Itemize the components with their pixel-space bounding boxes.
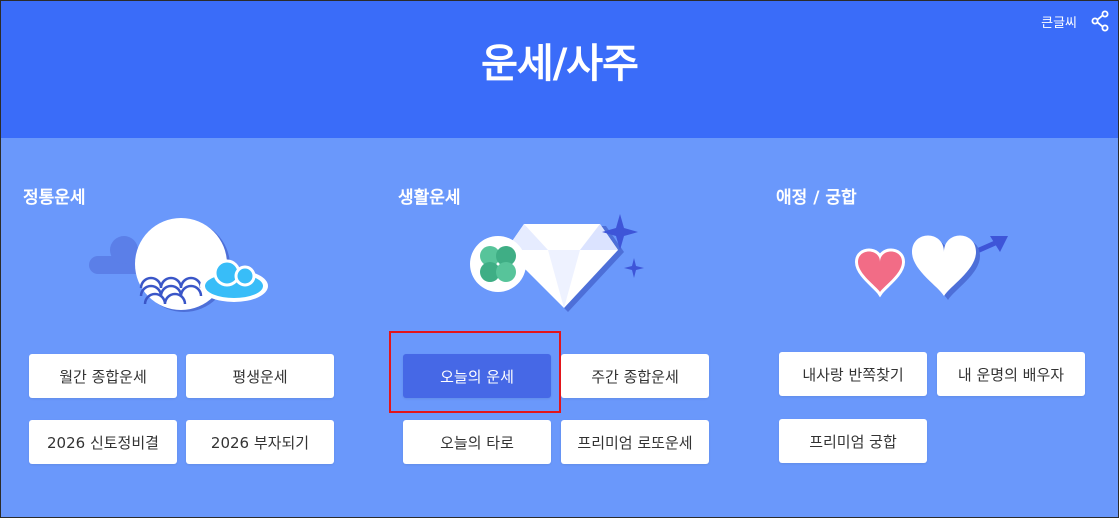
diamond-clover-illustration bbox=[468, 214, 648, 318]
hearts-arrow-illustration bbox=[852, 222, 1012, 322]
fortune-categories: 정통운세 월간 종합운세 평생운세 2026 신토정비결 2026 부자되기 생… bbox=[1, 138, 1118, 517]
section-love: 애정 / 궁합 내사랑 반쪽찾기 내 운명의 배우자 프리미엄 궁합 bbox=[754, 138, 1114, 517]
share-icon[interactable] bbox=[1090, 10, 1110, 32]
section-daily-life: 생활운세 오늘의 운세 주간 종합운세 오늘의 타로 프리미엄 로또운세 bbox=[376, 138, 736, 517]
tojeong-fortune-button[interactable]: 2026 신토정비결 bbox=[29, 420, 177, 464]
section-title: 생활운세 bbox=[398, 188, 461, 208]
section-title: 정통운세 bbox=[23, 188, 86, 208]
header: 운세/사주 큰글씨 bbox=[1, 1, 1118, 138]
monthly-fortune-button[interactable]: 월간 종합운세 bbox=[29, 354, 177, 398]
large-font-button[interactable]: 큰글씨 bbox=[1041, 12, 1077, 31]
destined-spouse-button[interactable]: 내 운명의 배우자 bbox=[937, 352, 1085, 396]
section-traditional: 정통운세 월간 종합운세 평생운세 2026 신토정비결 2026 부자되기 bbox=[1, 138, 361, 517]
today-tarot-button[interactable]: 오늘의 타로 bbox=[403, 420, 551, 464]
section-title: 애정 / 궁합 bbox=[776, 188, 857, 208]
wealth-fortune-button[interactable]: 2026 부자되기 bbox=[186, 420, 334, 464]
lotto-fortune-button[interactable]: 프리미엄 로또운세 bbox=[561, 420, 709, 464]
premium-compatibility-button[interactable]: 프리미엄 궁합 bbox=[779, 419, 927, 463]
page-title: 운세/사주 bbox=[481, 41, 639, 87]
soulmate-finder-button[interactable]: 내사랑 반쪽찾기 bbox=[779, 352, 927, 396]
lifetime-fortune-button[interactable]: 평생운세 bbox=[186, 354, 334, 398]
weekly-fortune-button[interactable]: 주간 종합운세 bbox=[561, 354, 709, 398]
moon-cloud-illustration bbox=[89, 218, 274, 322]
today-fortune-button[interactable]: 오늘의 운세 bbox=[403, 354, 551, 398]
fortune-panel: 운세/사주 큰글씨 정통운세 월간 종합운세 평생운세 2026 신토정비결 2… bbox=[0, 0, 1119, 518]
